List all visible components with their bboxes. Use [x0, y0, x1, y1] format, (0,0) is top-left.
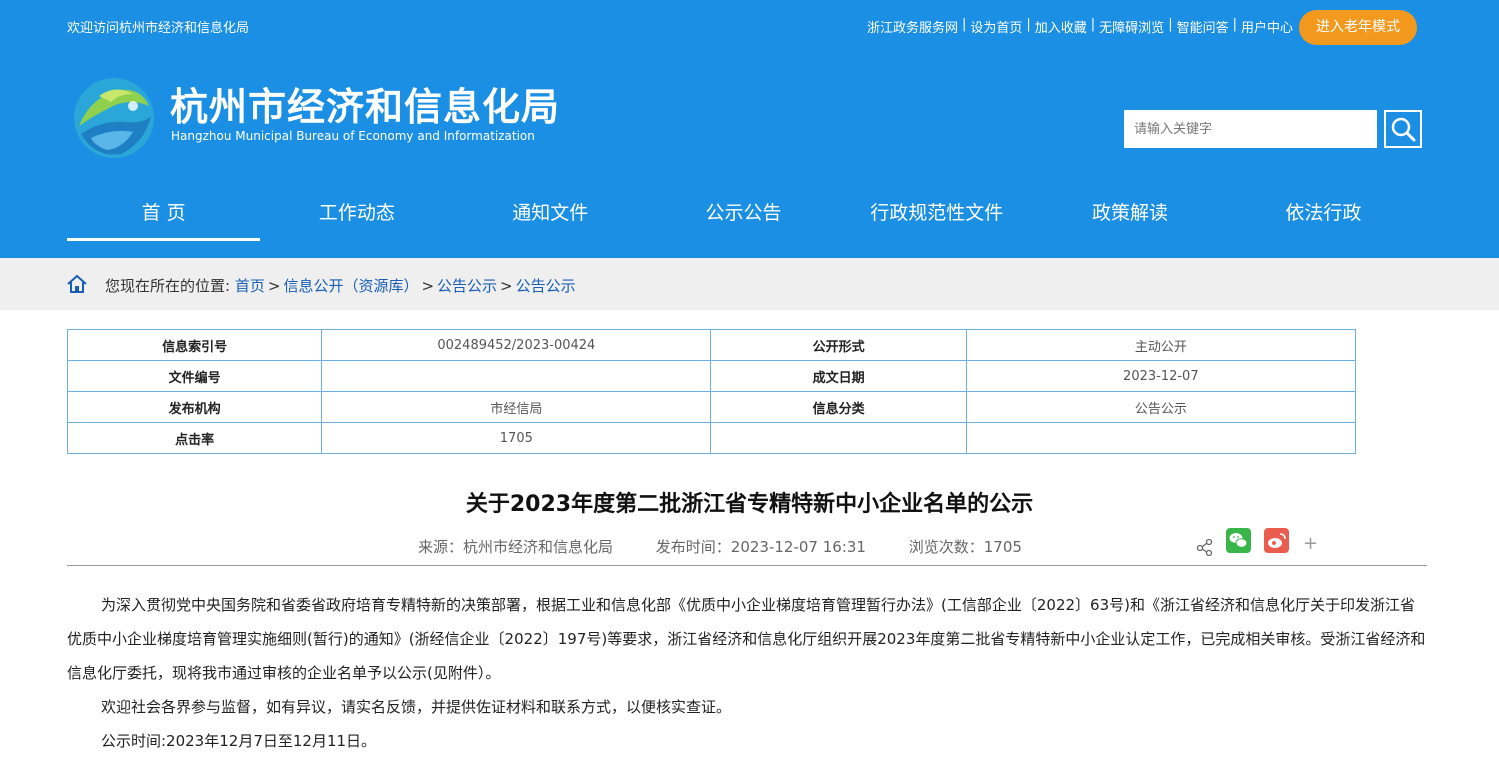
nav-normative-docs[interactable]: 行政规范性文件 [840, 187, 1033, 241]
article-views: 浏览次数：1705 [908, 538, 1022, 556]
nav-home[interactable]: 首 页 [67, 187, 261, 241]
top-link-smart-qa[interactable]: 智能问答 [1177, 17, 1229, 36]
article-body: 为深入贯彻党中央国务院和省委省政府培育专精特新的决策部署，根据工业和信息化部《优… [67, 588, 1429, 758]
meta-label: 成文日期 [710, 360, 967, 392]
welcome-text: 欢迎访问杭州市经济和信息化局 [67, 21, 250, 36]
site-header: 欢迎访问杭州市经济和信息化局 浙江政务服务网 | 设为首页 | 加入收藏 | 无障碍浏… [0, 0, 1499, 258]
weibo-glyph [1268, 533, 1286, 548]
nav-law-administration[interactable]: 依法行政 [1227, 187, 1420, 241]
meta-value: 主动公开 [965, 329, 1357, 361]
meta-value [965, 422, 1357, 454]
meta-value: 2023-12-07 [965, 360, 1357, 392]
logo-icon[interactable] [71, 76, 157, 160]
main-nav: 首 页 工作动态 通知文件 公示公告 行政规范性文件 政策解读 依法行政 [67, 187, 1420, 241]
site-subtitle: Hangzhou Municipal Bureau of Economy and… [171, 129, 535, 143]
search-input[interactable] [1124, 110, 1377, 148]
breadcrumb-item-announcements[interactable]: 公告公示 [437, 277, 497, 295]
plus-icon[interactable]: + [1303, 534, 1318, 554]
divider [67, 565, 1427, 566]
nav-announcements[interactable]: 公示公告 [647, 187, 840, 241]
top-link-zjzwfw[interactable]: 浙江政务服务网 [867, 17, 958, 36]
meta-label: 发布机构 [66, 391, 323, 423]
meta-label: 文件编号 [66, 360, 323, 392]
meta-value: 市经信局 [321, 391, 712, 423]
breadcrumb-prefix: 您现在所在的位置: [105, 277, 231, 295]
meta-value [321, 360, 712, 392]
site-title: 杭州市经济和信息化局 [170, 85, 561, 129]
top-links: 浙江政务服务网 | 设为首页 | 加入收藏 | 无障碍浏览 | 智能问答 | 用户中心 [866, 17, 1293, 36]
meta-value: 公告公示 [965, 391, 1357, 423]
article-source: 来源：杭州市经济和信息化局 [418, 538, 614, 556]
nav-work-news[interactable]: 工作动态 [260, 187, 453, 241]
breadcrumb-item-info-open[interactable]: 信息公开（资源库） [283, 277, 418, 295]
info-meta-table: 信息索引号 002489452/2023-00424 公开形式 主动公开 文件编… [66, 329, 1357, 454]
meta-label: 点击率 [66, 422, 323, 454]
breadcrumb-item-announcements-current[interactable]: 公告公示 [516, 277, 576, 295]
share-icon[interactable] [1196, 538, 1214, 556]
search-icon [1391, 117, 1416, 142]
meta-value: 1705 [321, 422, 712, 454]
nav-notices[interactable]: 通知文件 [454, 187, 647, 241]
table-row: 文件编号 成文日期 2023-12-07 [66, 360, 1357, 392]
table-row: 点击率 1705 [66, 422, 1357, 454]
article-paragraph: 公示时间:2023年12月7日至12月11日。 [101, 732, 377, 750]
weibo-icon[interactable] [1264, 528, 1289, 553]
meta-label: 公开形式 [710, 329, 967, 361]
breadcrumb: 您现在所在的位置: 首页 > 信息公开（资源库） > 公告公示 > 公告公示 [105, 277, 576, 295]
breadcrumb-item-home[interactable]: 首页 [235, 277, 265, 295]
article-paragraph: 为深入贯彻党中央国务院和省委省政府培育专精特新的决策部署，根据工业和信息化部《优… [67, 596, 1426, 682]
wechat-icon[interactable] [1226, 528, 1251, 553]
meta-label [710, 422, 967, 454]
meta-value: 002489452/2023-00424 [321, 329, 712, 361]
article-paragraph: 欢迎社会各界参与监督，如有异议，请实名反馈，并提供佐证材料和联系方式，以便核实查… [101, 698, 732, 716]
article-publish-time: 发布时间：2023-12-07 16:31 [655, 538, 866, 556]
meta-label: 信息索引号 [66, 329, 323, 361]
nav-policy-interpretation[interactable]: 政策解读 [1033, 187, 1226, 241]
top-link-accessibility[interactable]: 无障碍浏览 [1099, 17, 1164, 36]
table-row: 发布机构 市经信局 信息分类 公告公示 [66, 391, 1357, 423]
meta-label: 信息分类 [710, 391, 967, 423]
wechat-glyph [1229, 533, 1248, 548]
top-link-add-favorite[interactable]: 加入收藏 [1035, 17, 1087, 36]
top-link-set-homepage[interactable]: 设为首页 [970, 17, 1022, 36]
article-meta: 来源：杭州市经济和信息化局 发布时间：2023-12-07 16:31 浏览次数… [418, 536, 1060, 557]
top-link-user-center[interactable]: 用户中心 [1241, 17, 1293, 36]
table-row: 信息索引号 002489452/2023-00424 公开形式 主动公开 [66, 329, 1357, 361]
elder-mode-button[interactable]: 进入老年模式 [1299, 10, 1417, 45]
search-button[interactable] [1384, 110, 1422, 148]
article-title: 关于2023年度第二批浙江省专精特新中小企业名单的公示 [465, 492, 1034, 517]
home-icon [67, 274, 87, 293]
